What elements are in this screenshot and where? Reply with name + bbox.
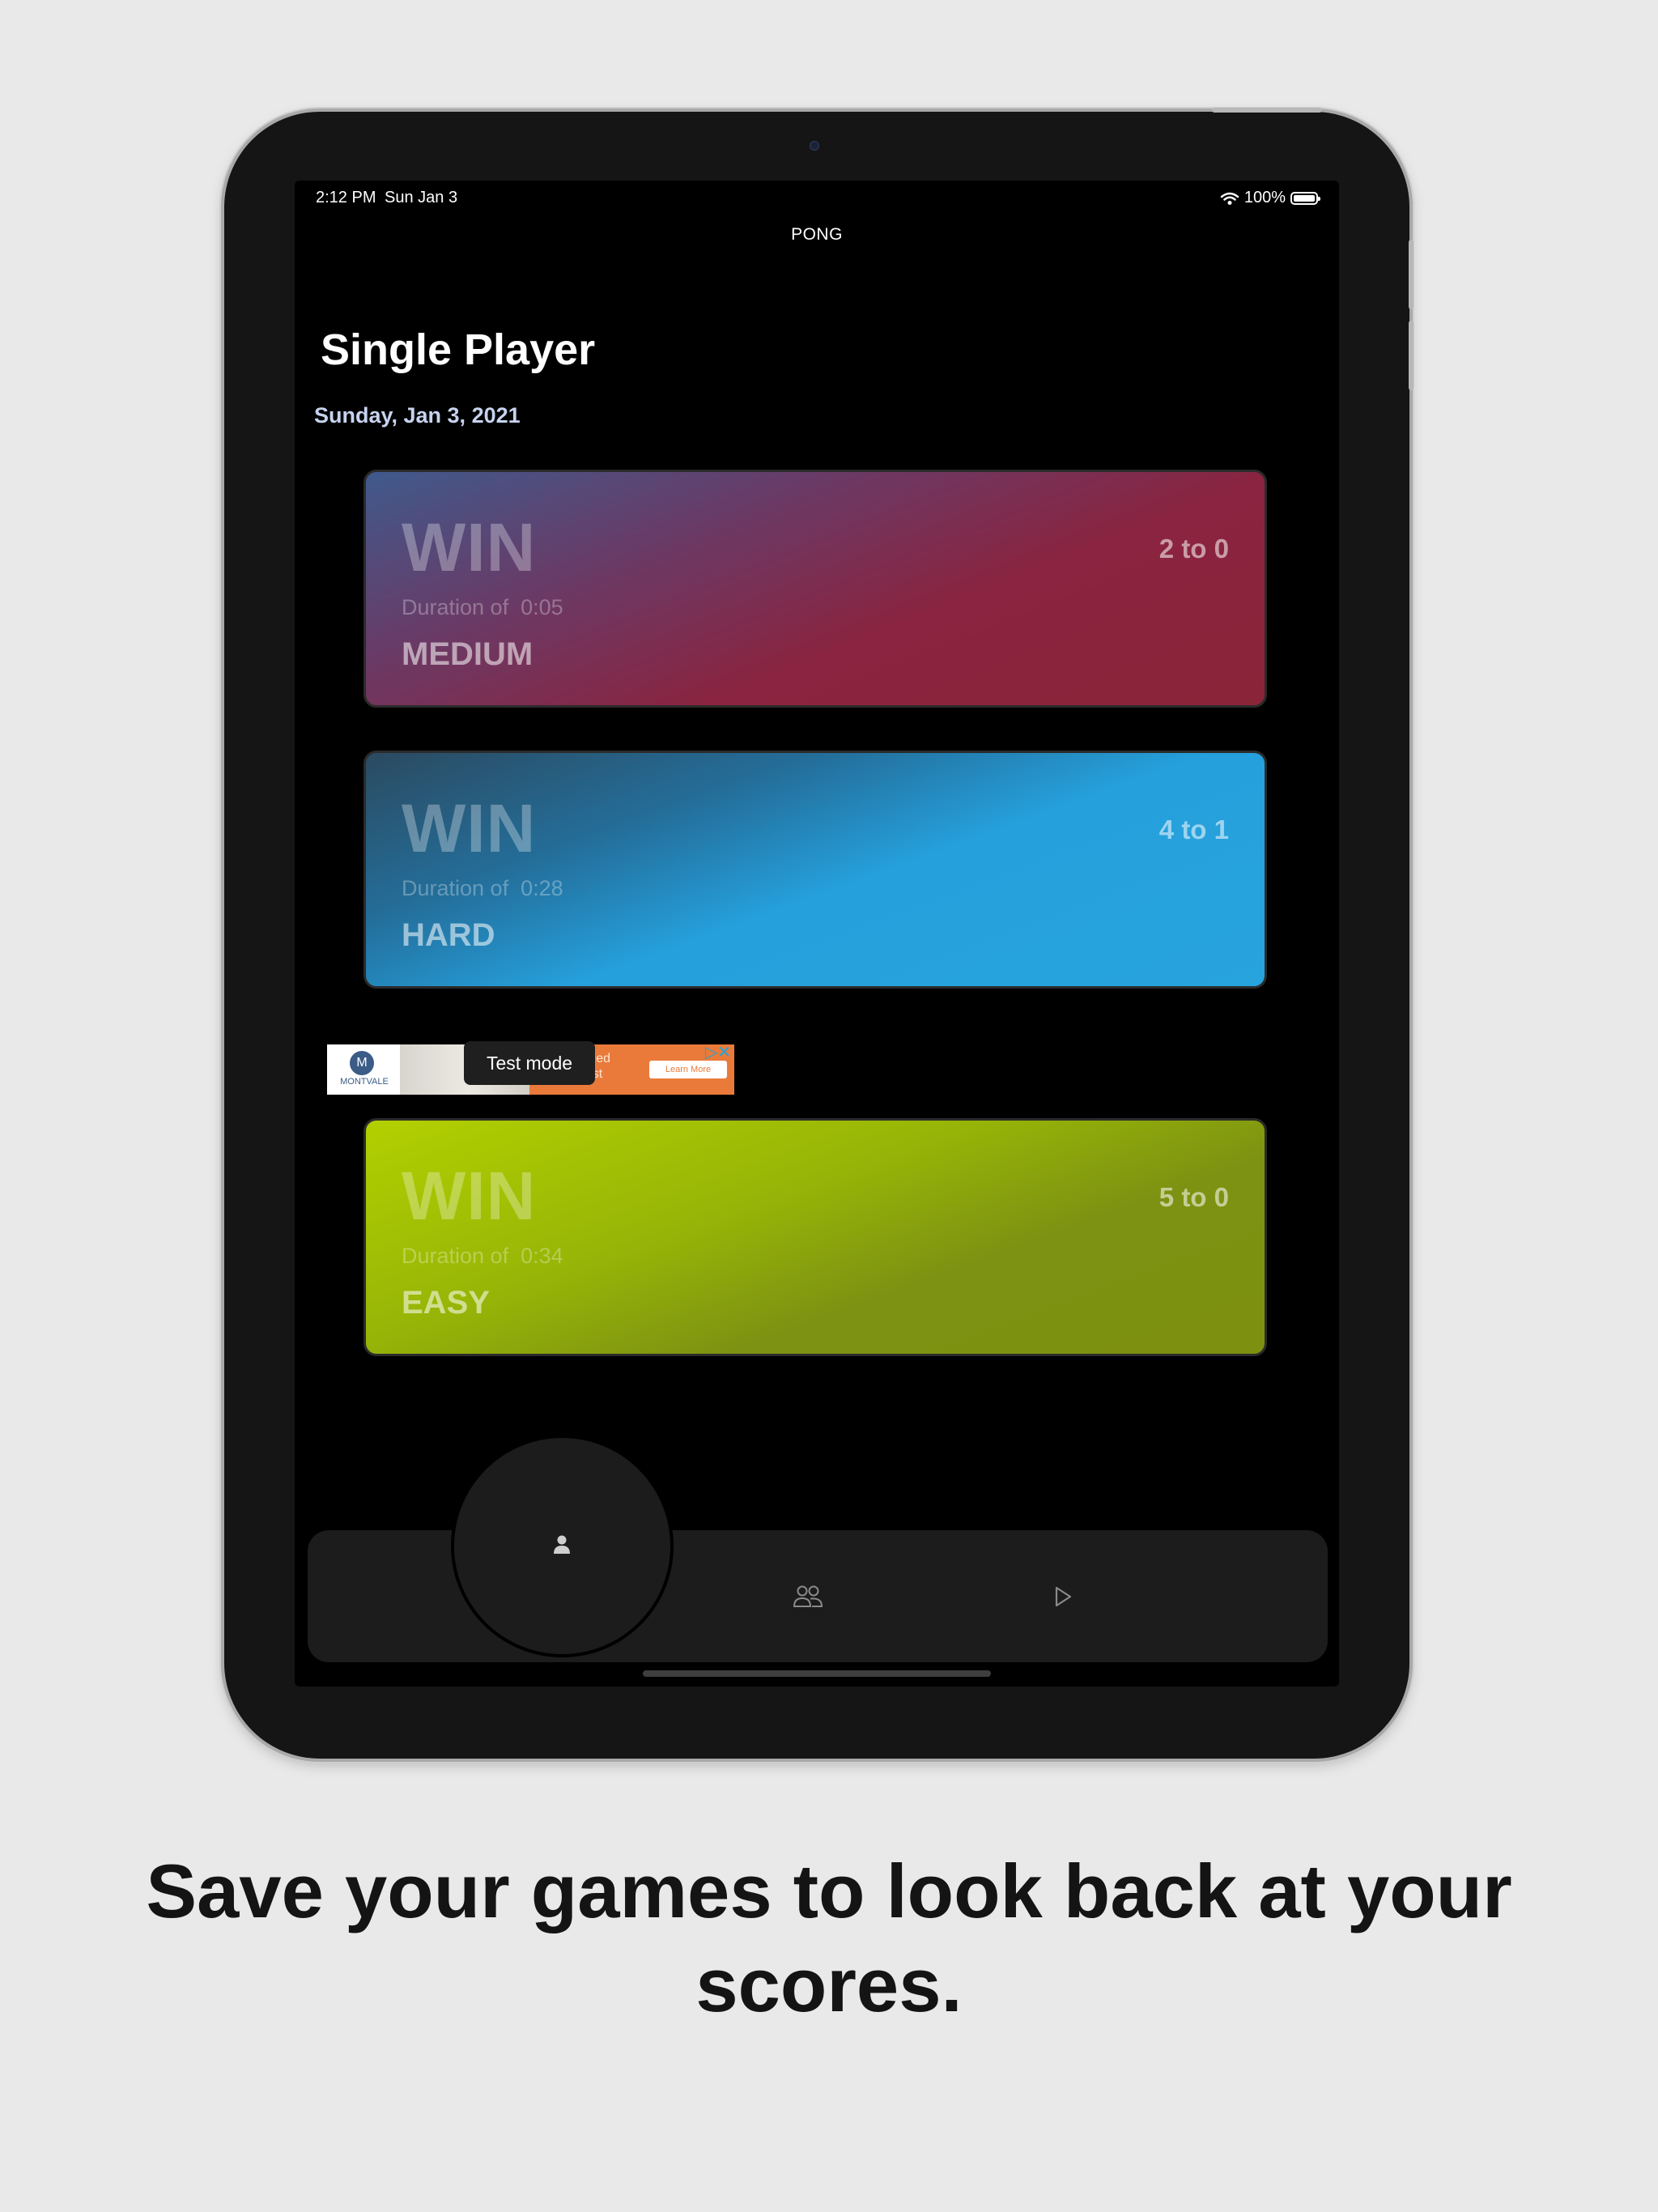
game-card-easy[interactable]: WIN 5 to 0 Duration of 0:34 EASY: [363, 1118, 1267, 1356]
game-difficulty: EASY: [402, 1285, 490, 1321]
play-icon: [1055, 1586, 1072, 1607]
game-score: 5 to 0: [1158, 1182, 1229, 1212]
nav-title: PONG: [791, 225, 843, 244]
ad-logo-area: M MONTVALE: [327, 1044, 400, 1095]
status-right: 100%: [1220, 189, 1320, 207]
battery-percent: 100%: [1244, 189, 1286, 206]
home-indicator[interactable]: [643, 1670, 991, 1677]
front-camera: [810, 141, 819, 151]
game-card-hard[interactable]: WIN 4 to 1 Duration of 0:28 HARD: [363, 751, 1267, 989]
battery-icon: [1290, 191, 1320, 205]
duration-value: 0:28: [521, 876, 563, 900]
ad-choices-close-icon[interactable]: ▷✕: [705, 1044, 731, 1061]
ad-logo-icon: M: [350, 1051, 374, 1075]
marketing-caption: Save your games to look back at your sco…: [0, 1844, 1658, 2032]
game-result: WIN: [402, 1158, 537, 1234]
tab-play[interactable]: [1044, 1580, 1082, 1614]
wifi-icon: [1220, 192, 1239, 205]
duration-label: Duration of: [402, 1244, 509, 1268]
top-button: [1212, 108, 1322, 113]
game-duration: Duration of 0:28: [402, 876, 563, 901]
status-date: Sun Jan 3: [385, 189, 458, 206]
page-title: Single Player: [321, 325, 596, 374]
caption-line-1: Save your games to look back at your: [146, 1848, 1512, 1933]
game-card-medium[interactable]: WIN 2 to 0 Duration of 0:05 MEDIUM: [363, 470, 1267, 708]
status-time: 2:12 PM: [316, 189, 376, 206]
duration-value: 0:05: [521, 595, 563, 619]
game-score: 2 to 0: [1158, 534, 1229, 564]
person-icon: [550, 1533, 574, 1557]
tab-multiplayer[interactable]: [789, 1580, 827, 1614]
duration-value: 0:34: [521, 1244, 563, 1268]
app-screen: 2:12 PM Sun Jan 3 100% PONG Single Playe…: [295, 181, 1339, 1687]
duration-label: Duration of: [402, 595, 509, 619]
game-duration: Duration of 0:34: [402, 1244, 563, 1269]
test-mode-badge: Test mode: [464, 1041, 595, 1085]
duration-label: Duration of: [402, 876, 509, 900]
ad-logo-text: MONTVALE: [340, 1077, 389, 1087]
status-bar: 2:12 PM Sun Jan 3 100%: [316, 189, 1320, 213]
caption-line-2: scores.: [695, 1942, 963, 2027]
game-difficulty: MEDIUM: [402, 636, 534, 672]
game-score: 4 to 1: [1158, 815, 1229, 844]
ad-learn-more-button[interactable]: Learn More: [649, 1061, 727, 1078]
game-difficulty: HARD: [402, 917, 495, 953]
two-people-icon: [793, 1585, 823, 1607]
game-result: WIN: [402, 790, 537, 866]
game-duration: Duration of 0:05: [402, 595, 563, 620]
game-result: WIN: [402, 509, 537, 585]
section-date-header: Sunday, Jan 3, 2021: [314, 403, 521, 428]
volume-down-button: [1409, 321, 1414, 390]
volume-up-button: [1409, 240, 1414, 309]
